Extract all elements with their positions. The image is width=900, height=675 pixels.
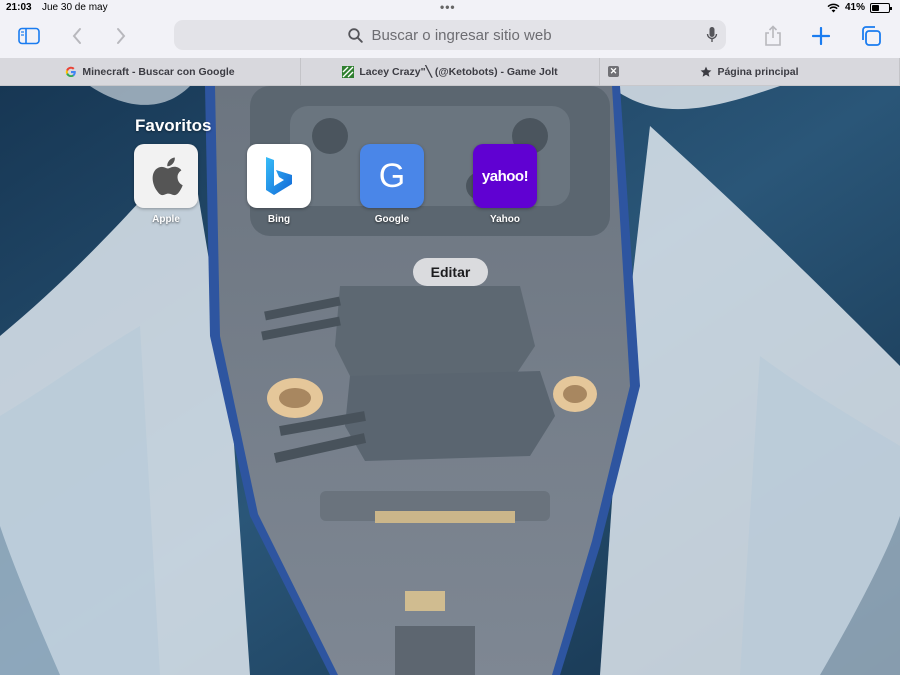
wifi-icon bbox=[827, 3, 840, 12]
share-icon[interactable] bbox=[758, 22, 788, 50]
microphone-icon[interactable] bbox=[706, 26, 718, 44]
google-letter-icon: G bbox=[360, 144, 424, 208]
favorite-bing[interactable]: Bing bbox=[239, 144, 319, 225]
browser-toolbar: Buscar o ingresar sitio web bbox=[0, 16, 900, 58]
google-g-icon bbox=[65, 66, 77, 78]
favorite-google[interactable]: G Google bbox=[352, 144, 432, 225]
favorite-apple[interactable]: Apple bbox=[126, 144, 206, 225]
sidebar-toggle-icon[interactable] bbox=[14, 22, 44, 50]
tab-title: Lacey Crazy"╲ (@Ketobots) - Game Jolt bbox=[359, 66, 558, 78]
gamejolt-icon bbox=[342, 66, 355, 78]
star-icon bbox=[700, 66, 712, 78]
favorite-label: Google bbox=[374, 214, 410, 225]
tab-minecraft-google[interactable]: Minecraft - Buscar con Google bbox=[0, 58, 301, 86]
status-time: 21:03 bbox=[6, 2, 32, 13]
google-letter: G bbox=[378, 156, 406, 195]
new-tab-icon[interactable] bbox=[806, 22, 836, 50]
yahoo-wordmark: yahoo! bbox=[481, 167, 529, 185]
tab-gamejolt[interactable]: Lacey Crazy"╲ (@Ketobots) - Game Jolt bbox=[301, 58, 600, 86]
close-icon[interactable]: ✕ bbox=[608, 66, 619, 77]
multitasking-dots-icon[interactable]: ••• bbox=[440, 0, 456, 14]
favorite-yahoo[interactable]: yahoo! Yahoo bbox=[465, 144, 545, 225]
tab-start-page[interactable]: ✕ Página principal bbox=[600, 58, 900, 86]
tab-title: Minecraft - Buscar con Google bbox=[82, 66, 235, 78]
bing-logo-icon bbox=[247, 144, 311, 208]
status-bar: 21:03 Jue 30 de may ••• 41% bbox=[0, 0, 900, 16]
battery-icon bbox=[870, 2, 892, 13]
forward-icon[interactable] bbox=[106, 22, 136, 50]
favorite-label: Apple bbox=[152, 214, 180, 225]
edit-button[interactable]: Editar bbox=[413, 258, 488, 286]
search-icon bbox=[348, 27, 364, 43]
favorite-label: Bing bbox=[267, 214, 291, 225]
address-bar[interactable]: Buscar o ingresar sitio web bbox=[174, 20, 726, 50]
favorite-label: Yahoo bbox=[489, 214, 520, 225]
back-icon[interactable] bbox=[62, 22, 92, 50]
status-date: Jue 30 de may bbox=[42, 2, 108, 13]
yahoo-logo-icon: yahoo! bbox=[473, 144, 537, 208]
tab-bar: Minecraft - Buscar con Google Lacey Craz… bbox=[0, 58, 900, 86]
start-page: Favoritos Apple Bing G Google yahoo! Yah… bbox=[0, 86, 900, 675]
status-right: 41% bbox=[827, 2, 892, 13]
battery-percent: 41% bbox=[844, 2, 865, 13]
apple-logo-icon bbox=[134, 144, 198, 208]
address-placeholder: Buscar o ingresar sitio web bbox=[371, 26, 552, 44]
favorites-title: Favoritos bbox=[135, 116, 212, 135]
tab-title: Página principal bbox=[717, 66, 799, 78]
tab-overview-icon[interactable] bbox=[856, 22, 886, 50]
